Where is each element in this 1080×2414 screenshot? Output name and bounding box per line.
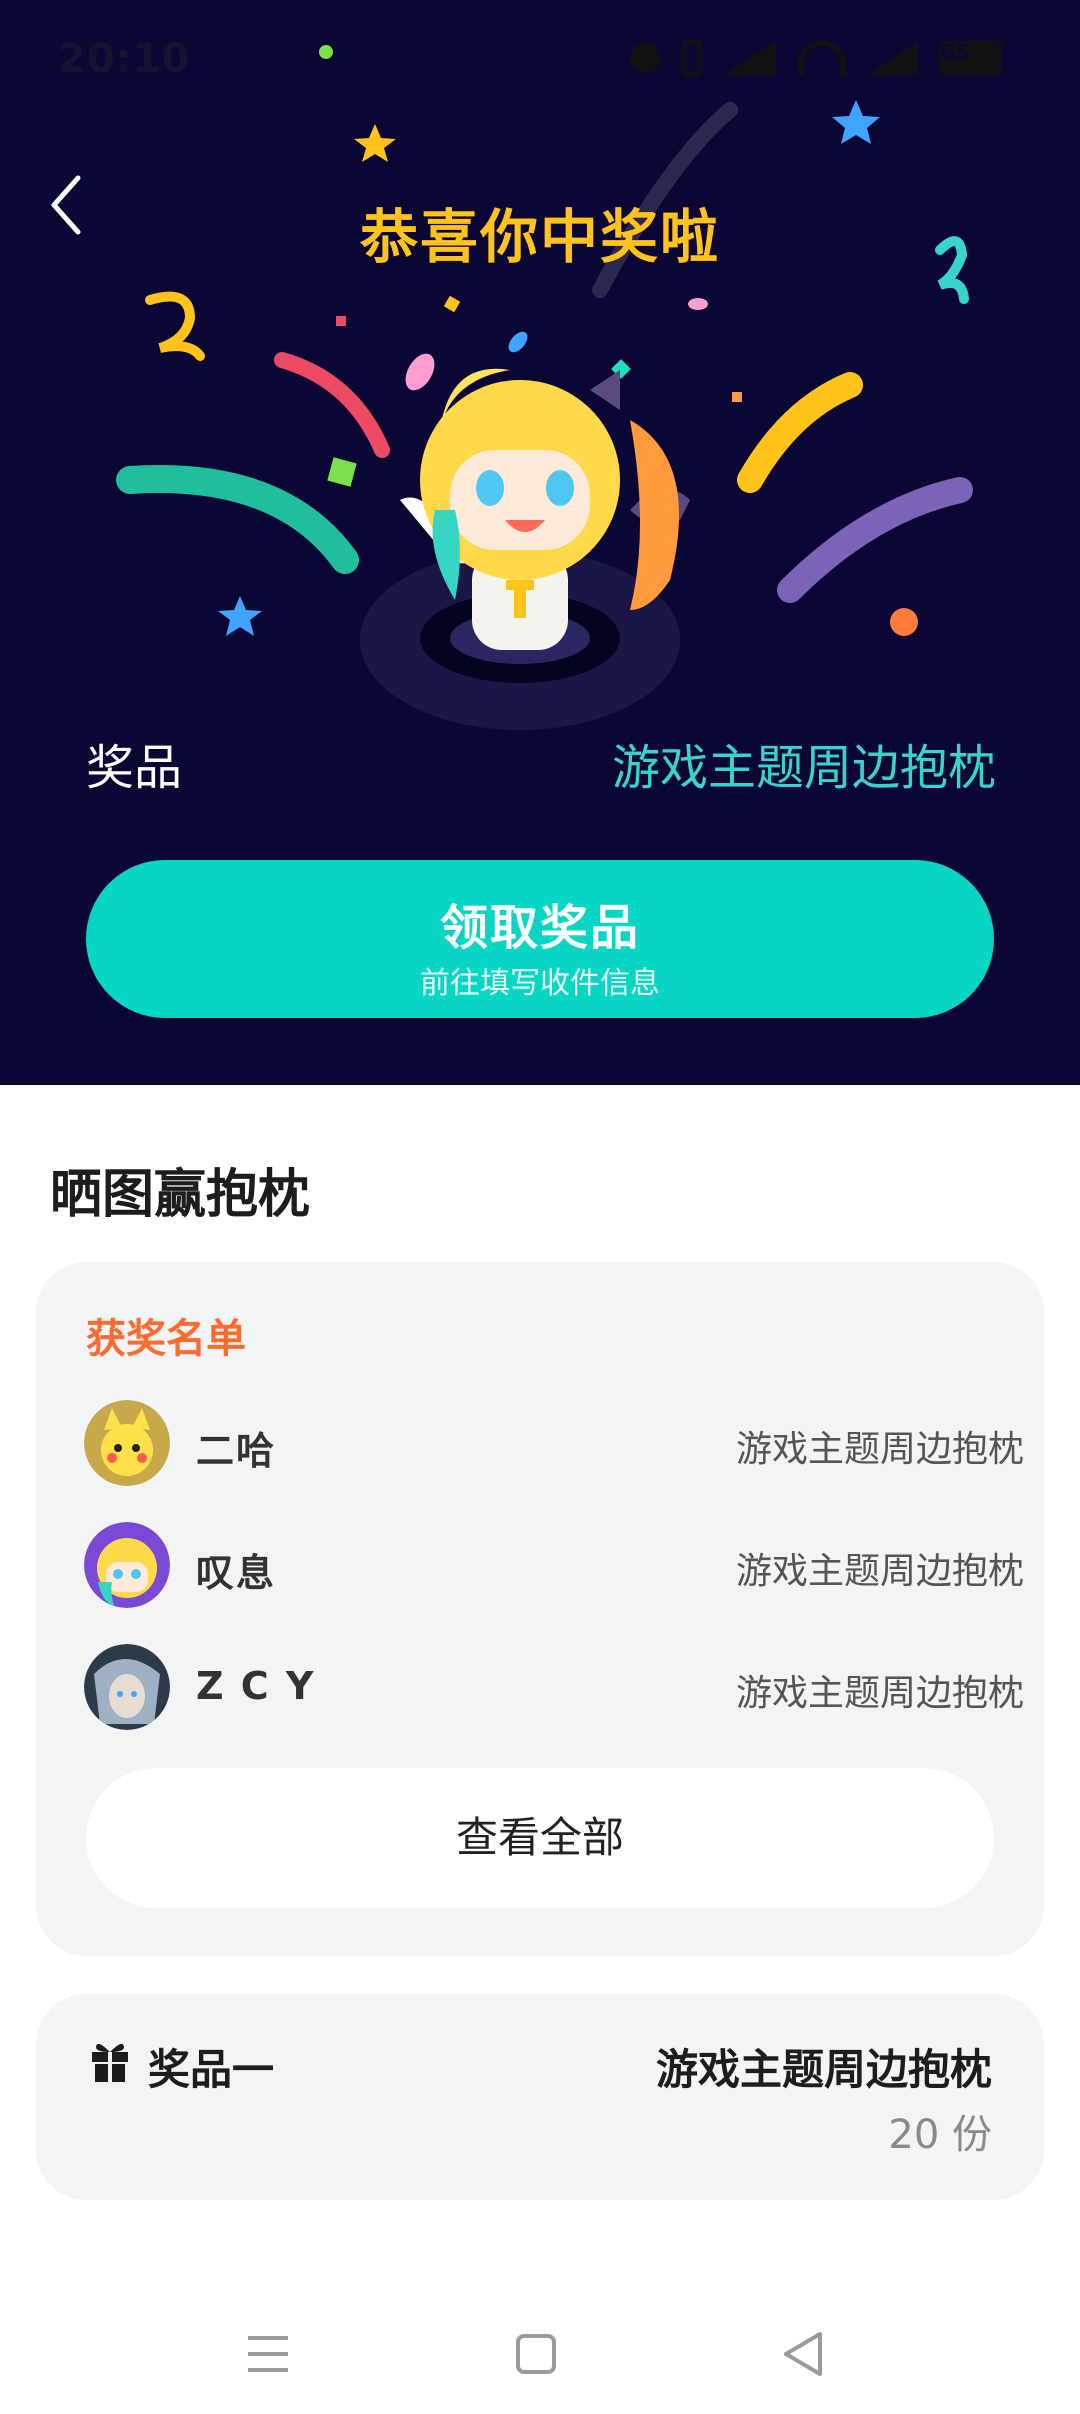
gift-icon bbox=[92, 2043, 128, 2082]
status-bar: 20:10 65 bbox=[0, 0, 1080, 130]
bluetooth-icon bbox=[682, 40, 702, 76]
winner-prize: 游戏主题周边抱枕 bbox=[735, 1673, 1024, 1714]
battery-icon: 65 bbox=[940, 41, 1002, 75]
avatar bbox=[84, 1522, 170, 1608]
mascot-illustration bbox=[360, 368, 690, 730]
prize-card: 奖品一 游戏主题周边抱枕 20 份 bbox=[36, 1994, 1044, 2200]
prize-card-count: 20 份 bbox=[888, 2112, 992, 2158]
hero-banner: 20:10 65 恭喜你中奖啦 奖品 游戏主题周边抱枕 领取奖品 前往填写收件信… bbox=[0, 0, 1080, 1085]
status-icons: 65 bbox=[630, 40, 1002, 76]
triangle-back-icon[interactable] bbox=[764, 2314, 844, 2394]
prize-card-name: 游戏主题周边抱枕 bbox=[655, 2045, 992, 2094]
winner-name: 二哈 bbox=[196, 1429, 277, 1473]
claim-button-title: 领取奖品 bbox=[439, 900, 640, 956]
system-nav-bar bbox=[0, 2288, 1080, 2414]
cellular-signal-icon bbox=[868, 41, 918, 75]
network-speed-icon bbox=[724, 41, 776, 75]
prize-row: 奖品 游戏主题周边抱枕 bbox=[86, 722, 996, 796]
winner-prize: 游戏主题周边抱枕 bbox=[735, 1551, 1024, 1592]
status-time: 20:10 bbox=[58, 36, 191, 82]
winner-row: Z C Y 游戏主题周边抱枕 bbox=[84, 1644, 1024, 1734]
avatar bbox=[84, 1400, 170, 1486]
prize-label: 奖品 bbox=[86, 740, 183, 796]
notification-dot-icon bbox=[630, 43, 660, 73]
winners-title: 获奖名单 bbox=[86, 1316, 246, 1362]
winners-card: 获奖名单 二哈 游戏主题周边抱枕 叹息 游戏主题周边抱枕 Z C Y 游戏主题周… bbox=[36, 1262, 1044, 1956]
congrats-title: 恭喜你中奖啦 bbox=[359, 203, 720, 271]
square-home-icon[interactable] bbox=[496, 2314, 576, 2394]
avatar bbox=[84, 1644, 170, 1730]
claim-prize-button[interactable]: 领取奖品 前往填写收件信息 bbox=[86, 860, 994, 1018]
claim-button-subtitle: 前往填写收件信息 bbox=[420, 966, 660, 1001]
winner-row: 二哈 游戏主题周边抱枕 bbox=[84, 1400, 1024, 1490]
winner-name: Z C Y bbox=[196, 1664, 316, 1708]
view-all-button[interactable]: 查看全部 bbox=[86, 1768, 994, 1908]
winner-prize: 游戏主题周边抱枕 bbox=[735, 1429, 1024, 1470]
share-section-title: 晒图赢抱枕 bbox=[50, 1165, 311, 1225]
wifi-icon bbox=[798, 40, 846, 76]
winner-name: 叹息 bbox=[196, 1551, 277, 1595]
prize-value: 游戏主题周边抱枕 bbox=[611, 740, 996, 796]
prize-card-label: 奖品一 bbox=[148, 2045, 275, 2094]
menu-icon[interactable] bbox=[228, 2314, 308, 2394]
winner-row: 叹息 游戏主题周边抱枕 bbox=[84, 1522, 1024, 1612]
